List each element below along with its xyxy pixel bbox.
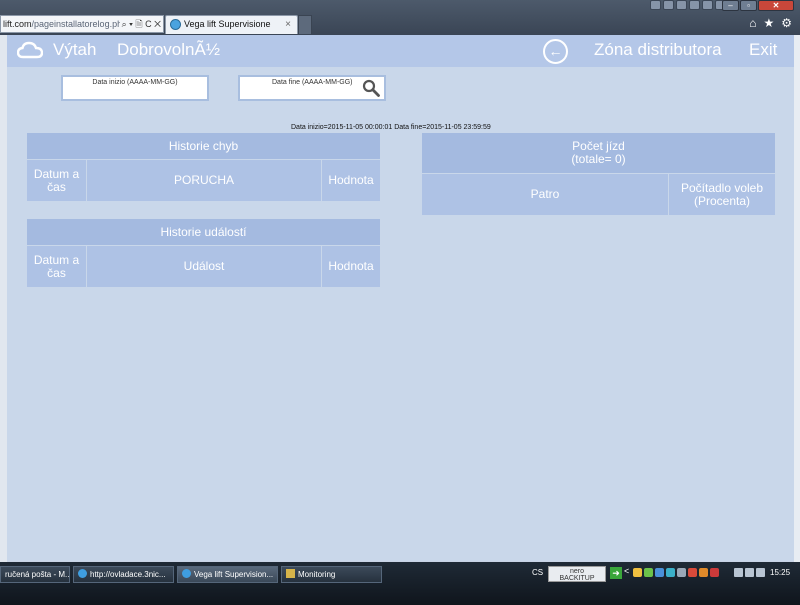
left-edge	[0, 35, 7, 562]
new-tab-button[interactable]	[298, 15, 312, 34]
tray-icon[interactable]	[666, 568, 675, 577]
tray-icon[interactable]	[655, 568, 664, 577]
system-icon[interactable]	[676, 0, 687, 10]
address-nav-icons[interactable]: ⌕ ▾ 🗎 C ✕	[119, 16, 161, 32]
nero-backitup-widget[interactable]: nero BACKITUP	[548, 566, 606, 582]
taskbar-item-label: http://ovladace.3nic...	[90, 570, 166, 579]
start-date-input[interactable]: Data inizio (AAAA-MM-GG)	[61, 75, 209, 101]
taskbar: ručená pošta - M... http://ovladace.3nic…	[0, 562, 800, 605]
rides-col-counter: Počítadlo voleb (Procenta)	[669, 174, 775, 215]
taskbar-item-vega-lift[interactable]: Vega lift Supervision...	[177, 566, 278, 583]
taskbar-item-ie-ovladace[interactable]: http://ovladace.3nic...	[73, 566, 174, 583]
system-tray-icons	[633, 568, 719, 577]
favorites-star-icon[interactable]: ★	[763, 16, 774, 30]
taskbar-item-mail[interactable]: ručená pošta - M...	[0, 566, 70, 583]
system-icon[interactable]	[689, 0, 700, 10]
rides-col-floor: Patro	[422, 174, 669, 215]
app-header: Výtah DobrovolnÃ½ ← Zóna distributora Ex…	[7, 35, 794, 67]
end-date-placeholder: Data fine (AAAA-MM-GG)	[272, 79, 353, 86]
address-path: /pageinstallatorelog.ph	[31, 19, 123, 29]
faults-col-value: Hodnota	[322, 160, 380, 201]
nero-sublabel: BACKITUP	[559, 575, 595, 582]
browser-tools: ⌂ ★ ⚙	[749, 16, 792, 30]
tray-icon[interactable]	[688, 568, 697, 577]
taskbar-item-label: Vega lift Supervision...	[194, 570, 274, 579]
tab-title: Vega lift Supervisione	[184, 19, 271, 29]
tab-close-icon[interactable]: ×	[285, 16, 291, 33]
taskbar-item-label: ručená pošta - M...	[5, 570, 70, 579]
nero-label: nero	[569, 568, 584, 575]
site-favicon-icon	[170, 19, 181, 30]
start-date-placeholder: Data inizio (AAAA-MM-GG)	[92, 79, 178, 86]
tray-icon[interactable]	[633, 568, 642, 577]
tray-icon[interactable]	[710, 568, 719, 577]
address-bar[interactable]: lift.com/pageinstallatorelog.ph ⌕ ▾ 🗎 C …	[0, 15, 164, 33]
close-window-button[interactable]: ✕	[758, 0, 794, 11]
system-icon[interactable]	[702, 0, 713, 10]
system-mini-icons	[650, 0, 726, 10]
tray-icon[interactable]	[699, 568, 708, 577]
faults-col-datetime: Datum a čas	[27, 160, 87, 201]
tray-expand-icon[interactable]: <	[624, 566, 629, 576]
monitoring-app-icon	[286, 569, 295, 578]
tray-icon[interactable]	[644, 568, 653, 577]
window-controls: – ▫ ✕	[722, 0, 794, 12]
taskbar-item-monitoring[interactable]: Monitoring	[281, 566, 382, 583]
events-table-title: Historie událostí	[27, 219, 380, 245]
zone-distributor-link[interactable]: Zóna distributora	[594, 40, 722, 60]
exit-link[interactable]: Exit	[749, 40, 777, 60]
faults-table-title: Historie chyb	[27, 133, 380, 159]
taskbar-item-label: Monitoring	[298, 570, 336, 579]
network-icon[interactable]	[734, 568, 743, 577]
settings-gear-icon[interactable]: ⚙	[781, 16, 792, 30]
events-col-value: Hodnota	[322, 246, 380, 287]
cloud-icon[interactable]	[17, 40, 43, 60]
rides-table-title: Počet jízd (totale= 0)	[422, 133, 775, 173]
system-icon[interactable]	[650, 0, 661, 10]
internet-explorer-icon	[182, 569, 191, 578]
clock[interactable]: 15:25	[770, 568, 790, 577]
events-col-datetime: Datum a čas	[27, 246, 87, 287]
home-icon[interactable]: ⌂	[749, 16, 756, 30]
faults-col-fault: PORUCHA	[87, 160, 322, 201]
screen: – ▫ ✕ lift.com/pageinstallatorelog.ph ⌕ …	[0, 0, 800, 605]
browser-chrome: – ▫ ✕ lift.com/pageinstallatorelog.ph ⌕ …	[0, 0, 800, 35]
language-indicator[interactable]: CS	[532, 568, 543, 577]
right-scrollbar[interactable]	[794, 35, 800, 562]
end-date-input[interactable]: Data fine (AAAA-MM-GG)	[238, 75, 386, 101]
tray-icon[interactable]	[677, 568, 686, 577]
page-subtitle: DobrovolnÃ½	[117, 40, 221, 59]
search-icon[interactable]	[362, 79, 380, 97]
back-arrow-icon[interactable]: ←	[543, 39, 568, 64]
green-arrow-icon[interactable]: ➜	[610, 567, 622, 579]
volume-icon[interactable]	[756, 568, 765, 577]
address-host: lift.com	[3, 19, 32, 29]
page-title: Výtah	[53, 40, 97, 59]
rides-title-line2: (totale= 0)	[571, 152, 626, 166]
system-tray-status	[734, 568, 765, 577]
date-range-text: Data inizio=2015-11-05 00:00:01 Data fin…	[291, 124, 491, 131]
events-col-event: Událost	[87, 246, 322, 287]
minimize-button[interactable]: –	[722, 0, 739, 11]
main-content: Data inizio (AAAA-MM-GG) Data fine (AAAA…	[7, 67, 794, 561]
display-icon[interactable]	[745, 568, 754, 577]
browser-tab[interactable]: Vega lift Supervisione ×	[165, 15, 298, 34]
internet-explorer-icon	[78, 569, 87, 578]
system-icon[interactable]	[663, 0, 674, 10]
maximize-button[interactable]: ▫	[740, 0, 757, 11]
